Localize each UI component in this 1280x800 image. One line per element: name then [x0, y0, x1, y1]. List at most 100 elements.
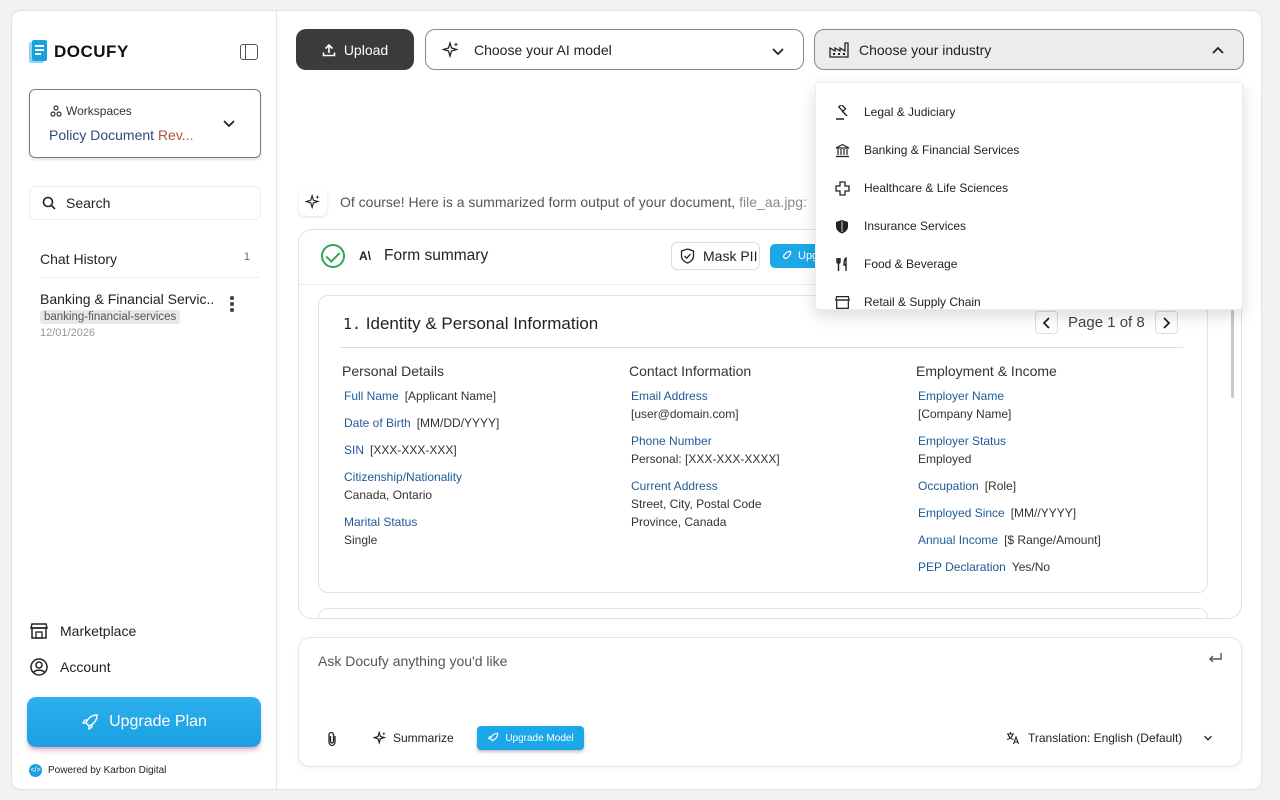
- store-icon: [834, 294, 850, 310]
- assistant-message: Of course! Here is a summarized form out…: [340, 194, 807, 210]
- ai-model-select[interactable]: Choose your AI model: [425, 29, 804, 70]
- next-section-card: [318, 608, 1208, 618]
- field-row: Date of Birth [MM/DD/YYYY]: [344, 416, 500, 430]
- shield-check-icon: [680, 248, 695, 264]
- nav-account[interactable]: Account: [30, 658, 111, 676]
- field-row: SIN [XXX-XXX-XXX]: [344, 443, 457, 457]
- chat-title: Banking & Financial Servic..: [40, 291, 215, 307]
- field-row: Occupation [Role]: [918, 479, 1017, 493]
- chevron-right-icon: [1163, 316, 1171, 329]
- chat-history-count: 1: [243, 251, 250, 263]
- file-name: file_aa.jpg:: [739, 194, 807, 210]
- chevron-down-icon: [1204, 735, 1213, 741]
- identity-section: 1. Identity & Personal Information Page …: [318, 295, 1208, 593]
- field-row: Email Address [user@domain.com]: [631, 389, 739, 421]
- paperclip-icon[interactable]: [326, 731, 338, 747]
- upgrade-plan-button[interactable]: Upgrade Plan: [27, 697, 261, 747]
- chat-composer: Summarize Upgrade Model Translation: Eng…: [298, 637, 1242, 767]
- translate-icon: [1006, 732, 1020, 745]
- bank-icon: [834, 142, 850, 158]
- menu-item-retail[interactable]: Retail & Supply Chain: [834, 294, 981, 310]
- powered-by: </> Powered by Karbon Digital: [29, 764, 167, 777]
- menu-item-food[interactable]: Food & Beverage: [834, 256, 957, 272]
- menu-item-banking[interactable]: Banking & Financial Services: [834, 142, 1019, 158]
- chevron-left-icon: [1042, 316, 1050, 329]
- column-heading: Contact Information: [629, 363, 752, 379]
- menu-item-legal[interactable]: Legal & Judiciary: [834, 104, 955, 120]
- brand-name: DOCUFY: [54, 42, 129, 61]
- gavel-icon: [834, 104, 850, 120]
- rocket-icon: [487, 732, 499, 742]
- divider: [40, 277, 260, 278]
- store-icon: [30, 623, 48, 639]
- next-page-button[interactable]: [1154, 311, 1178, 334]
- industry-dropdown-menu: Legal & Judiciary Banking & Financial Se…: [815, 82, 1243, 310]
- sidebar: DOCUFY Workspaces Policy Document Rev...…: [12, 11, 277, 789]
- rocket-icon: [782, 250, 792, 260]
- factory-icon: [829, 41, 849, 58]
- medical-cross-icon: [834, 180, 850, 196]
- workspace-value: Policy Document Rev...: [49, 127, 194, 143]
- chevron-down-icon: [772, 48, 784, 56]
- upload-button[interactable]: Upload: [296, 29, 414, 70]
- industry-select[interactable]: Choose your industry: [814, 29, 1244, 70]
- field-row: Phone Number Personal: [XXX-XXX-XXXX]: [631, 434, 780, 466]
- sidebar-toggle-icon[interactable]: [240, 44, 258, 60]
- chevron-down-icon: [223, 120, 235, 128]
- column-contact-information: Contact Information Email Address [user@d…: [629, 363, 899, 540]
- translation-select[interactable]: Translation: English (Default): [1006, 731, 1214, 745]
- summarize-button[interactable]: Summarize: [373, 731, 454, 745]
- field-row: Employer Status Employed: [918, 434, 1007, 466]
- workspace-label: Workspaces: [50, 104, 132, 118]
- mask-pii-button[interactable]: Mask PII: [671, 242, 760, 270]
- column-employment-income: Employment & Income Employer Name [Compan…: [916, 363, 1186, 585]
- upload-icon: [322, 43, 336, 56]
- enter-icon[interactable]: [1207, 652, 1223, 666]
- pager: Page 1 of 8: [1035, 311, 1178, 334]
- field-row: Full Name [Applicant Name]: [344, 389, 497, 403]
- fork-knife-icon: [834, 256, 850, 272]
- prev-page-button[interactable]: [1035, 311, 1058, 334]
- logo-icon: [28, 39, 48, 65]
- sparkle-icon: [373, 731, 387, 745]
- rocket-icon: [81, 714, 98, 731]
- field-row: Current Address Street, City, Postal Code…: [631, 479, 762, 529]
- menu-item-insurance[interactable]: Insurance Services: [834, 218, 966, 234]
- logo: DOCUFY: [28, 39, 129, 65]
- chat-history-header: Chat History 1: [40, 251, 250, 267]
- field-row: PEP Declaration Yes/No: [918, 560, 1051, 574]
- assistant-avatar-icon: [299, 188, 327, 216]
- font-icon: A\: [359, 249, 371, 263]
- check-circle-icon: [321, 244, 345, 268]
- code-icon: </>: [29, 764, 42, 777]
- upgrade-model-button[interactable]: Upgrade Model: [477, 726, 584, 750]
- divider: [341, 347, 1183, 348]
- workspace-selector[interactable]: Workspaces Policy Document Rev...: [29, 89, 261, 158]
- chat-date: 12/01/2026: [40, 327, 96, 339]
- search-input[interactable]: Search: [29, 186, 261, 220]
- menu-item-healthcare[interactable]: Healthcare & Life Sciences: [834, 180, 1008, 196]
- search-icon: [42, 196, 56, 210]
- form-summary-title: Form summary: [384, 247, 489, 264]
- workspaces-icon: [50, 105, 62, 117]
- page-indicator: Page 1 of 8: [1068, 314, 1145, 331]
- scrollbar[interactable]: [1231, 310, 1234, 398]
- column-personal-details: Personal Details Full Name [Applicant Nam…: [342, 363, 612, 558]
- sparkle-icon: [442, 40, 459, 58]
- field-row: Annual Income [$ Range/Amount]: [918, 533, 1101, 547]
- chevron-up-icon: [1212, 46, 1224, 54]
- chat-input[interactable]: [318, 653, 1178, 669]
- shield-icon: [834, 218, 850, 234]
- field-row: Employed Since [MM//YYYY]: [918, 506, 1077, 520]
- chat-history-item[interactable]: Banking & Financial Servic.. banking-fin…: [40, 291, 255, 339]
- chat-tag: banking-financial-services: [40, 310, 181, 324]
- nav-marketplace[interactable]: Marketplace: [30, 623, 136, 639]
- section-title: 1. Identity & Personal Information: [343, 314, 599, 333]
- app-window: DOCUFY Workspaces Policy Document Rev...…: [11, 10, 1262, 790]
- field-row: Marital Status Single: [344, 515, 418, 547]
- more-options-icon[interactable]: [230, 296, 234, 312]
- field-row: Employer Name [Company Name]: [918, 389, 1012, 421]
- field-row: Citizenship/Nationality Canada, Ontario: [344, 470, 463, 502]
- column-heading: Employment & Income: [916, 363, 1057, 379]
- column-heading: Personal Details: [342, 363, 444, 379]
